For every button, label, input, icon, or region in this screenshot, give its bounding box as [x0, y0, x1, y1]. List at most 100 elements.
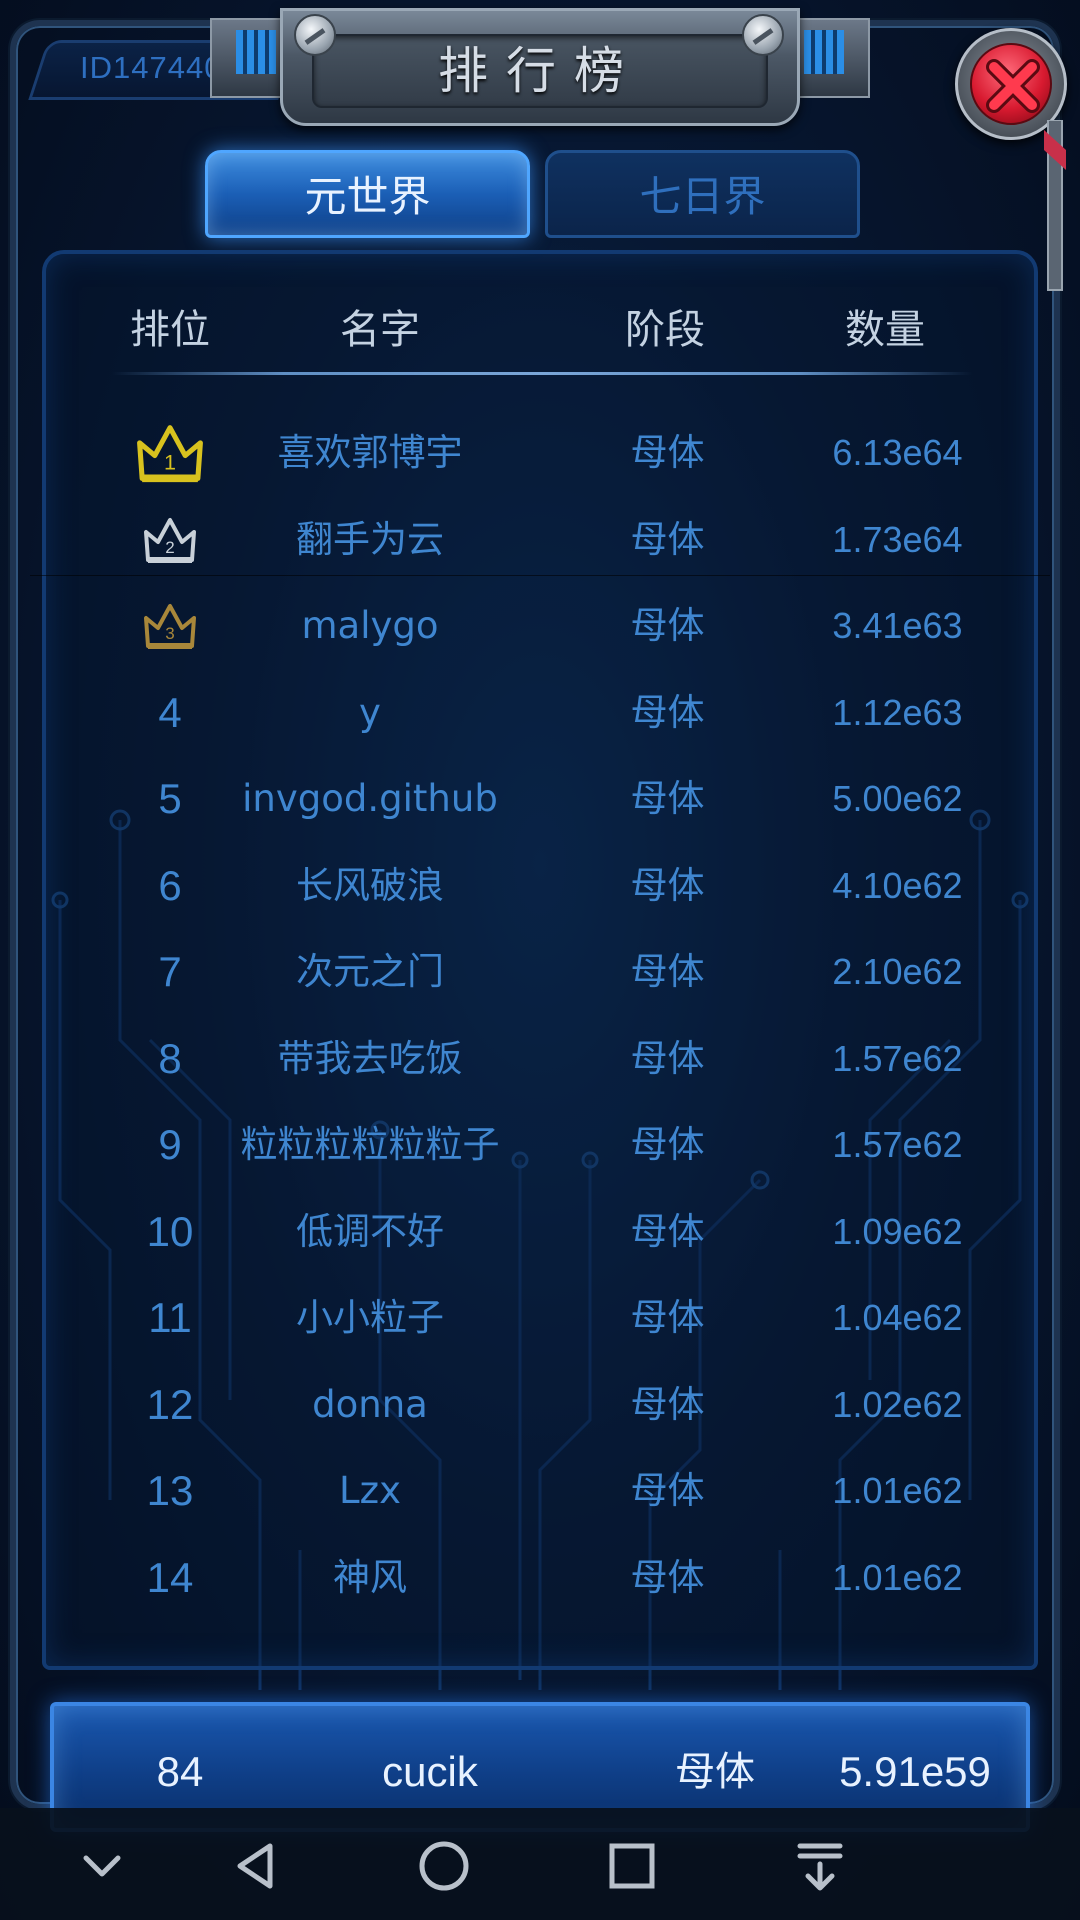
- rank-number: 10: [146, 1207, 194, 1255]
- player-stage: 母体: [630, 1123, 705, 1166]
- player-stage: 母体: [630, 1555, 705, 1599]
- pull-down-icon[interactable]: [790, 1836, 850, 1896]
- ranking-row: 3 malygo 母体 3.41e63: [0, 583, 1080, 669]
- crown-rank-number: 2: [165, 538, 174, 557]
- row-separator: [30, 575, 1050, 576]
- header-divider: [112, 372, 972, 375]
- ranking-row: 1 喜欢郭博宇 母体 6.13e64: [0, 410, 1080, 496]
- crown-rank-number: 3: [165, 624, 174, 643]
- rank-number: 9: [158, 1121, 182, 1168]
- player-name: 小小粒子: [296, 1296, 444, 1339]
- my-rank-stage: 母体: [675, 1749, 755, 1795]
- player-count: 1.57e62: [832, 1037, 963, 1079]
- ranking-row: 11 小小粒子 母体 1.04e62: [0, 1275, 1080, 1361]
- player-name: 次元之门: [296, 950, 444, 993]
- title-wing-right-bars: [804, 30, 844, 74]
- rank-number: 3: [110, 583, 230, 669]
- screw-icon: [742, 14, 784, 56]
- my-rank-position: 84: [156, 1748, 204, 1795]
- player-name: donna: [312, 1382, 428, 1426]
- player-count: 2.10e62: [832, 951, 963, 992]
- close-icon: [986, 59, 1040, 113]
- player-count: 3.41e63: [832, 605, 963, 646]
- screw-icon: [294, 14, 336, 56]
- close-button-face: [970, 43, 1052, 125]
- player-stage: 母体: [630, 863, 705, 907]
- ranking-row: 10 低调不好 母体 1.09e62: [0, 1189, 1080, 1275]
- player-name: 神风: [333, 1555, 407, 1599]
- rank-number: 5: [158, 775, 182, 822]
- player-name: y: [359, 690, 381, 734]
- player-stage: 母体: [630, 1296, 705, 1339]
- player-name: 喜欢郭博宇: [277, 431, 463, 474]
- rank-number: 14: [146, 1553, 194, 1601]
- player-count: 1.12e63: [832, 691, 963, 733]
- rank-number: 6: [158, 861, 182, 909]
- player-name: 粒粒粒粒粒粒子: [240, 1123, 500, 1166]
- rank-number: 11: [148, 1294, 192, 1341]
- player-name: 低调不好: [296, 1209, 444, 1253]
- system-navigation-bar: [0, 1808, 1080, 1920]
- player-count: 1.01e62: [832, 1556, 963, 1598]
- player-count: 1.01e62: [832, 1470, 963, 1511]
- rank-number: 4: [158, 688, 182, 736]
- back-triangle-icon[interactable]: [226, 1836, 286, 1896]
- crown-icon: 1: [137, 425, 203, 483]
- player-name: 长风破浪: [296, 863, 444, 907]
- rank-number: 7: [158, 948, 182, 995]
- recents-square-icon[interactable]: [602, 1836, 662, 1896]
- ranking-row: 2 翻手为云 母体 1.73e64: [0, 497, 1080, 583]
- my-rank-count: 5.91e59: [839, 1748, 991, 1795]
- rank-number: 12: [146, 1380, 194, 1428]
- ranking-row: 9 粒粒粒粒粒粒子 母体 1.57e62: [0, 1102, 1080, 1188]
- ranking-row: 4 y 母体 1.12e63: [0, 670, 1080, 756]
- crown-rank-number: 1: [164, 450, 176, 474]
- ranking-row: 8 带我去吃饭 母体 1.57e62: [0, 1016, 1080, 1102]
- column-header-rank: 排位: [130, 307, 210, 353]
- rank-number: 8: [158, 1034, 182, 1082]
- column-header-name: 名字: [340, 307, 420, 353]
- my-rank-name: cucik: [382, 1748, 478, 1795]
- player-count: 4.10e62: [832, 864, 963, 906]
- player-stage: 母体: [630, 690, 705, 734]
- player-name: 翻手为云: [296, 517, 444, 561]
- player-stage: 母体: [630, 1209, 705, 1253]
- ranking-row: 14 神风 母体 1.01e62: [0, 1535, 1080, 1621]
- ranking-row: 12 donna 母体 1.02e62: [0, 1362, 1080, 1448]
- column-header-stage: 阶段: [625, 307, 705, 353]
- home-circle-icon[interactable]: [414, 1836, 474, 1896]
- rank-number: 2: [110, 497, 230, 583]
- player-name: Lzx: [339, 1469, 401, 1512]
- chevron-down-icon[interactable]: [72, 1836, 132, 1896]
- player-stage: 母体: [630, 517, 705, 561]
- player-stage: 母体: [630, 1382, 705, 1426]
- ranking-row: 5 invgod.github 母体 5.00e62: [0, 756, 1080, 842]
- player-count: 1.09e62: [832, 1210, 963, 1252]
- player-stage: 母体: [630, 950, 705, 993]
- close-connector: [1044, 120, 1066, 291]
- ranking-row: 13 Lzx 母体 1.01e62: [0, 1448, 1080, 1534]
- tab-yuan-world[interactable]: 元世界: [205, 150, 530, 238]
- rank-number: 13: [146, 1467, 194, 1514]
- player-name: malygo: [301, 604, 439, 647]
- player-stage: 母体: [630, 1036, 705, 1080]
- player-count: 6.13e64: [832, 432, 963, 473]
- player-name: 带我去吃饭: [277, 1036, 463, 1080]
- rank-number: 1: [110, 410, 230, 496]
- crown-icon: 2: [144, 517, 196, 563]
- column-header-count: 数量: [845, 307, 925, 353]
- title-wing-left-bars: [236, 30, 276, 74]
- player-count: 1.57e62: [832, 1124, 963, 1165]
- ranking-row: 7 次元之门 母体 2.10e62: [0, 929, 1080, 1015]
- player-name: invgod.github: [242, 777, 498, 820]
- player-stage: 母体: [630, 1469, 705, 1512]
- page-title: 排行榜: [438, 42, 642, 100]
- crown-icon: 3: [144, 604, 196, 649]
- player-stage: 母体: [630, 777, 705, 820]
- tab-seven-day-world[interactable]: 七日界: [545, 150, 860, 238]
- player-stage: 母体: [630, 431, 705, 474]
- player-count: 1.73e64: [832, 518, 963, 560]
- player-count: 5.00e62: [832, 778, 963, 819]
- ranking-row: 6 长风破浪 母体 4.10e62: [0, 843, 1080, 929]
- player-count: 1.02e62: [832, 1383, 963, 1425]
